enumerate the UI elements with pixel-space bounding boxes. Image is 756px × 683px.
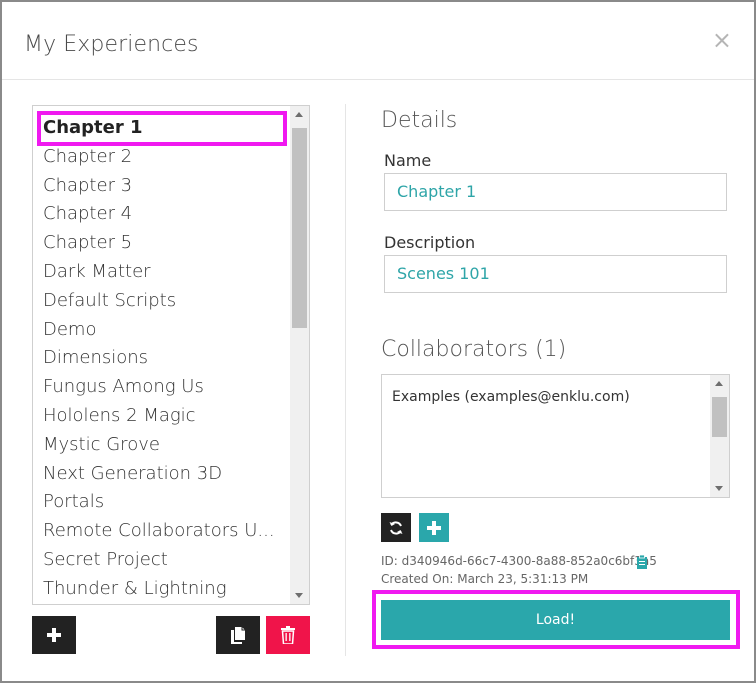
created-on: Created On: March 23, 5:31:13 PM xyxy=(381,572,589,586)
dialog-title: My Experiences xyxy=(24,32,199,57)
refresh-icon xyxy=(389,520,403,535)
list-item[interactable]: Chapter 4 xyxy=(43,200,293,228)
list-item[interactable]: Thunder & Lightning xyxy=(43,575,293,603)
list-item[interactable]: Dark Matter xyxy=(43,258,293,286)
list-item[interactable]: Secret Project xyxy=(43,546,293,574)
name-field[interactable]: Chapter 1 xyxy=(384,173,727,211)
plus-icon xyxy=(427,520,441,535)
list-item[interactable]: Chapter 2 xyxy=(43,143,293,171)
experience-list-scrollbar[interactable] xyxy=(290,106,309,604)
dialog-header: My Experiences × xyxy=(2,2,754,80)
list-item[interactable]: Remote Collaborators U... xyxy=(43,517,293,545)
trash-icon xyxy=(281,626,295,644)
copy-icon xyxy=(231,627,245,644)
experience-list[interactable]: Chapter 1 Chapter 2 Chapter 3 Chapter 4 Chap… xyxy=(32,105,310,605)
collaborators-heading: Collaborators (1) xyxy=(381,337,567,362)
scroll-up-arrow-icon[interactable] xyxy=(295,112,303,117)
panel-divider xyxy=(345,104,346,656)
scrollbar-thumb[interactable] xyxy=(712,397,727,437)
add-experience-button[interactable] xyxy=(32,616,76,654)
scrollbar-thumb[interactable] xyxy=(292,128,307,328)
add-collaborator-button[interactable] xyxy=(419,513,449,542)
experience-id: ID: d340946d-66c7-4300-8a88-852a0c6bf3a5 xyxy=(381,554,657,568)
collaborator-item[interactable]: Examples (examples@enklu.com) xyxy=(392,389,630,405)
list-item[interactable]: Chapter 3 xyxy=(43,172,293,200)
copy-id-button[interactable] xyxy=(636,554,648,569)
list-item[interactable]: Mystic Grove xyxy=(43,431,293,459)
list-item[interactable]: Dimensions xyxy=(43,344,293,372)
list-item[interactable]: Default Scripts xyxy=(43,287,293,315)
delete-experience-button[interactable] xyxy=(266,616,310,654)
experiences-dialog: My Experiences × Chapter 1 Chapter 2 Chapt… xyxy=(0,0,756,683)
description-field[interactable]: Scenes 101 xyxy=(384,255,727,293)
load-button[interactable]: Load! xyxy=(381,600,730,640)
list-item[interactable]: Hololens 2 Magic xyxy=(43,402,293,430)
list-item[interactable]: Fungus Among Us xyxy=(43,373,293,401)
description-label: Description xyxy=(384,233,476,252)
close-icon[interactable]: × xyxy=(712,28,732,52)
details-heading: Details xyxy=(381,108,458,133)
scroll-down-arrow-icon[interactable] xyxy=(295,593,303,598)
refresh-collaborators-button[interactable] xyxy=(381,513,411,542)
list-item[interactable]: Next Generation 3D xyxy=(43,460,293,488)
scroll-down-arrow-icon[interactable] xyxy=(715,486,723,491)
list-item[interactable]: Portals xyxy=(43,488,293,516)
plus-icon xyxy=(47,628,61,642)
duplicate-experience-button[interactable] xyxy=(216,616,260,654)
collaborators-scrollbar[interactable] xyxy=(710,375,729,497)
name-label: Name xyxy=(384,151,432,170)
clipboard-icon xyxy=(637,554,647,569)
list-item[interactable]: Demo xyxy=(43,316,293,344)
collaborators-list[interactable]: Examples (examples@enklu.com) xyxy=(381,374,730,498)
list-item[interactable]: Chapter 5 xyxy=(43,229,293,257)
scroll-up-arrow-icon[interactable] xyxy=(715,381,723,386)
list-item[interactable]: Chapter 1 xyxy=(43,114,293,142)
